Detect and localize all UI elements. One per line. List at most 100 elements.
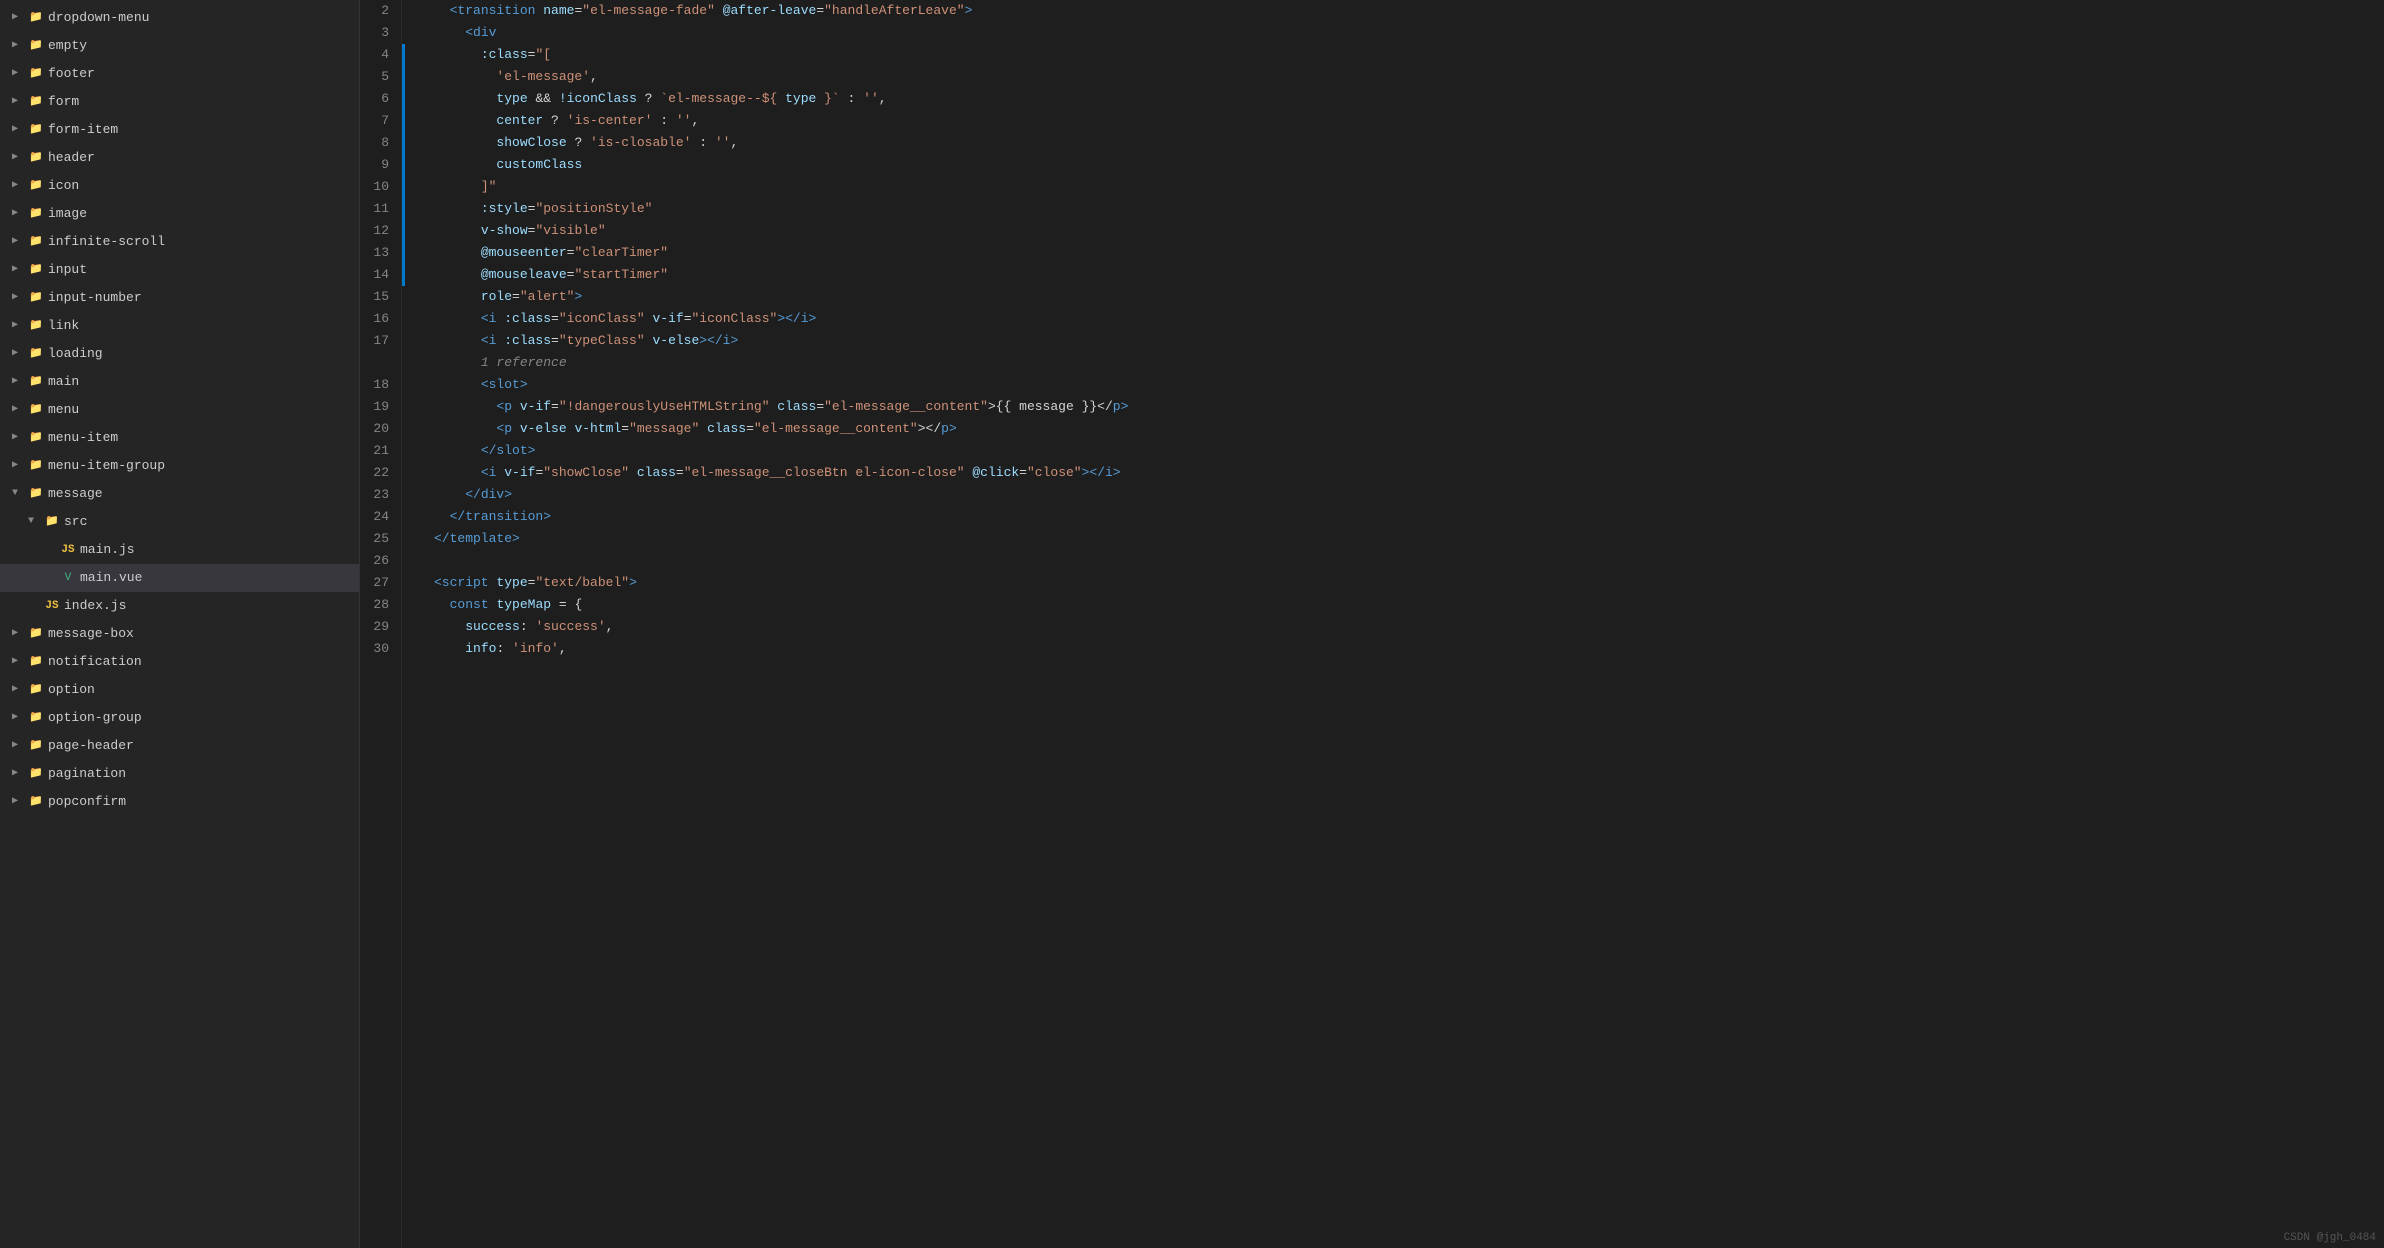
sidebar-item-icon[interactable]: ▶ 📁 icon xyxy=(0,172,359,200)
folder-arrow: ▶ xyxy=(12,63,28,85)
code-line: <i :class="iconClass" v-if="iconClass"><… xyxy=(434,308,2384,330)
sidebar-item-index-js[interactable]: JS index.js xyxy=(0,592,359,620)
gutter-indicator xyxy=(402,308,426,330)
sidebar-item-label: input xyxy=(48,259,351,281)
line-number: 29 xyxy=(360,616,401,638)
sidebar-item-image[interactable]: ▶ 📁 image xyxy=(0,200,359,228)
code-line: success: 'success', xyxy=(434,616,2384,638)
code-line: @mouseenter="clearTimer" xyxy=(434,242,2384,264)
line-number: 23 xyxy=(360,484,401,506)
folder-arrow: ▶ xyxy=(12,287,28,309)
gutter-indicator xyxy=(402,374,426,396)
sidebar-item-main-js[interactable]: JS main.js xyxy=(0,536,359,564)
folder-icon: 📁 xyxy=(28,262,44,278)
sidebar-item-label: menu-item xyxy=(48,427,351,449)
sidebar-item-header[interactable]: ▶ 📁 header xyxy=(0,144,359,172)
line-number xyxy=(360,352,401,374)
code-line: customClass xyxy=(434,154,2384,176)
folder-icon: 📁 xyxy=(28,318,44,334)
folder-arrow: ▶ xyxy=(12,315,28,337)
sidebar-item-link[interactable]: ▶ 📁 link xyxy=(0,312,359,340)
sidebar-item-option[interactable]: ▶ 📁 option xyxy=(0,676,359,704)
gutter-indicator xyxy=(402,198,426,220)
line-number: 14 xyxy=(360,264,401,286)
line-number: 8 xyxy=(360,132,401,154)
gutter-indicator xyxy=(402,352,426,374)
folder-arrow: ▶ xyxy=(12,427,28,449)
sidebar-item-popconfirm[interactable]: ▶ 📁 popconfirm xyxy=(0,788,359,816)
code-line: <script type="text/babel"> xyxy=(434,572,2384,594)
gutter-indicator xyxy=(402,638,426,660)
sidebar-item-label: empty xyxy=(48,35,351,57)
sidebar-item-notification[interactable]: ▶ 📁 notification xyxy=(0,648,359,676)
sidebar-item-main[interactable]: ▶ 📁 main xyxy=(0,368,359,396)
sidebar-item-empty[interactable]: ▶ 📁 empty xyxy=(0,32,359,60)
folder-arrow: ▶ xyxy=(12,203,28,225)
line-number: 17 xyxy=(360,330,401,352)
folder-icon: 📁 xyxy=(28,346,44,362)
code-line: <p v-if="!dangerouslyUseHTMLString" clas… xyxy=(434,396,2384,418)
sidebar-item-src[interactable]: ▼ 📁 src xyxy=(0,508,359,536)
line-number: 10 xyxy=(360,176,401,198)
sidebar-item-label: message-box xyxy=(48,623,351,645)
sidebar-item-infinite-scroll[interactable]: ▶ 📁 infinite-scroll xyxy=(0,228,359,256)
gutter-indicator xyxy=(402,154,426,176)
sidebar: ▶ 📁 dropdown-menu ▶ 📁 empty ▶ 📁 footer ▶… xyxy=(0,0,360,1248)
sidebar-item-main-vue[interactable]: V main.vue xyxy=(0,564,359,592)
folder-icon: 📁 xyxy=(28,738,44,754)
code-line: role="alert"> xyxy=(434,286,2384,308)
editor-area: 2345678910111213141516171819202122232425… xyxy=(360,0,2384,1248)
sidebar-item-label: image xyxy=(48,203,351,225)
folder-icon: 📁 xyxy=(28,626,44,642)
sidebar-item-footer[interactable]: ▶ 📁 footer xyxy=(0,60,359,88)
folder-arrow: ▶ xyxy=(12,763,28,785)
gutter-indicator xyxy=(402,22,426,44)
folder-icon: 📁 xyxy=(28,710,44,726)
line-number: 18 xyxy=(360,374,401,396)
sidebar-item-dropdown-menu[interactable]: ▶ 📁 dropdown-menu xyxy=(0,4,359,32)
sidebar-item-loading[interactable]: ▶ 📁 loading xyxy=(0,340,359,368)
sidebar-item-message[interactable]: ▼ 📁 message xyxy=(0,480,359,508)
gutter-indicator xyxy=(402,176,426,198)
sidebar-item-label: form xyxy=(48,91,351,113)
code-line: ]" xyxy=(434,176,2384,198)
folder-arrow: ▶ xyxy=(12,455,28,477)
sidebar-item-page-header[interactable]: ▶ 📁 page-header xyxy=(0,732,359,760)
sidebar-item-menu[interactable]: ▶ 📁 menu xyxy=(0,396,359,424)
sidebar-item-menu-item[interactable]: ▶ 📁 menu-item xyxy=(0,424,359,452)
sidebar-item-pagination[interactable]: ▶ 📁 pagination xyxy=(0,760,359,788)
code-line: <slot> xyxy=(434,374,2384,396)
folder-arrow: ▶ xyxy=(12,147,28,169)
code-line xyxy=(434,550,2384,572)
sidebar-item-label: popconfirm xyxy=(48,791,351,813)
code-line: 1 reference xyxy=(434,352,2384,374)
line-number: 30 xyxy=(360,638,401,660)
sidebar-item-input[interactable]: ▶ 📁 input xyxy=(0,256,359,284)
editor-container: 2345678910111213141516171819202122232425… xyxy=(360,0,2384,1248)
sidebar-item-label: icon xyxy=(48,175,351,197)
gutter-indicator xyxy=(402,44,426,66)
line-number: 21 xyxy=(360,440,401,462)
sidebar-item-input-number[interactable]: ▶ 📁 input-number xyxy=(0,284,359,312)
sidebar-item-label: main.vue xyxy=(80,567,351,589)
code-line: info: 'info', xyxy=(434,638,2384,660)
gutter-indicator xyxy=(402,286,426,308)
sidebar-item-label: src xyxy=(64,511,351,533)
gutter-indicator xyxy=(402,418,426,440)
sidebar-item-menu-item-group[interactable]: ▶ 📁 menu-item-group xyxy=(0,452,359,480)
folder-arrow: ▶ xyxy=(12,7,28,29)
folder-icon: 📁 xyxy=(28,38,44,54)
sidebar-item-label: menu xyxy=(48,399,351,421)
sidebar-item-option-group[interactable]: ▶ 📁 option-group xyxy=(0,704,359,732)
sidebar-item-form[interactable]: ▶ 📁 form xyxy=(0,88,359,116)
folder-icon: 📁 xyxy=(28,178,44,194)
folder-arrow: ▶ xyxy=(12,707,28,729)
sidebar-item-form-item[interactable]: ▶ 📁 form-item xyxy=(0,116,359,144)
sidebar-item-label: option xyxy=(48,679,351,701)
folder-arrow: ▶ xyxy=(12,623,28,645)
line-number: 15 xyxy=(360,286,401,308)
gutter-indicator xyxy=(402,242,426,264)
folder-icon: 📁 xyxy=(28,150,44,166)
sidebar-item-message-box[interactable]: ▶ 📁 message-box xyxy=(0,620,359,648)
sidebar-item-label: link xyxy=(48,315,351,337)
